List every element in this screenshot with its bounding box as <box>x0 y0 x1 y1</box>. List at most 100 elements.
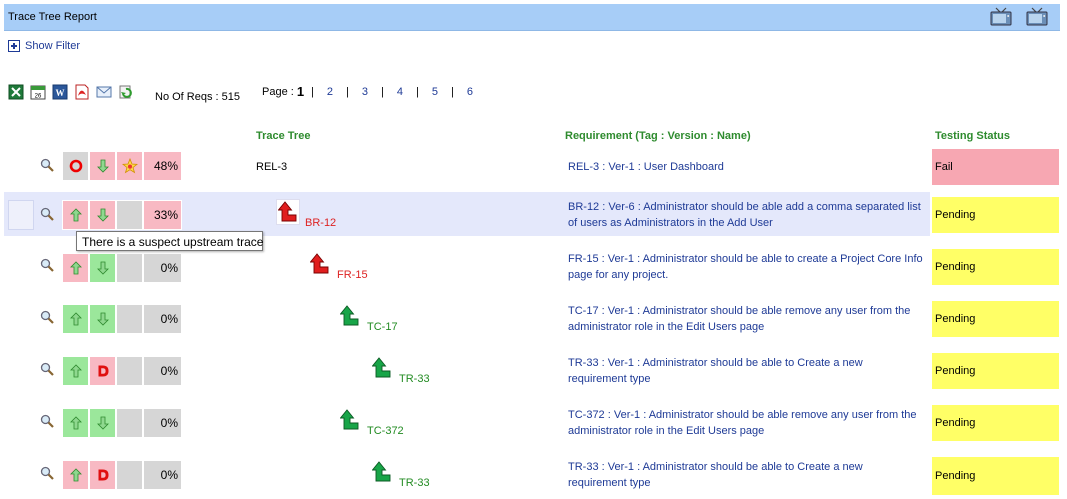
coverage-percent: 0% <box>143 304 182 334</box>
coverage-percent: 48% <box>143 151 182 181</box>
down-arrow-icon <box>96 312 109 326</box>
svg-text:W: W <box>56 88 65 98</box>
tree-node-label[interactable]: TC-17 <box>367 321 398 333</box>
plus-icon <box>8 40 20 52</box>
upstream-cell[interactable] <box>62 200 89 230</box>
status-cell: Pending <box>932 457 1059 495</box>
page-link-2[interactable]: 2 <box>327 86 333 98</box>
circle-icon <box>69 159 82 173</box>
pager-separator: | <box>346 85 349 98</box>
down-arrow-icon <box>96 208 109 222</box>
word-icon[interactable]: W <box>52 84 68 100</box>
show-filter-label: Show Filter <box>25 40 81 52</box>
magnifier-icon[interactable] <box>40 310 54 324</box>
page-link-5[interactable]: 5 <box>432 86 438 98</box>
page-link-3[interactable]: 3 <box>362 86 368 98</box>
requirement-link[interactable]: REL-3 : Ver-1 : User Dashboard <box>568 159 924 175</box>
empty-cell <box>116 460 143 490</box>
empty-cell <box>116 356 143 386</box>
row-select-cell[interactable] <box>8 200 34 230</box>
requirement-link[interactable]: TR-33 : Ver-1 : Administrator should be … <box>568 355 924 387</box>
upstream-cell[interactable] <box>62 304 89 334</box>
status-cell: Pending <box>932 353 1059 389</box>
magnifier-icon[interactable] <box>40 207 54 221</box>
requirement-link[interactable]: FR-15 : Ver-1 : Administrator should be … <box>568 251 924 283</box>
coverage-percent: 0% <box>143 356 182 386</box>
coverage-percent: 0% <box>143 408 182 438</box>
upstream-cell[interactable] <box>62 408 89 438</box>
empty-cell <box>116 304 143 334</box>
empty-cell <box>116 200 143 230</box>
green-trace-arrow-icon <box>340 305 359 326</box>
no-trace-cell <box>62 151 89 181</box>
coverage-percent: 0% <box>143 253 182 283</box>
requirement-header: Requirement (Tag : Version : Name) <box>565 130 751 142</box>
downstream-cell[interactable] <box>89 408 116 438</box>
page-link-6[interactable]: 6 <box>467 86 473 98</box>
defect-cell[interactable] <box>89 356 116 386</box>
magnifier-icon[interactable] <box>40 258 54 272</box>
down-arrow-icon <box>96 416 109 430</box>
magnifier-icon[interactable] <box>40 466 54 480</box>
show-filter-link[interactable]: Show Filter <box>8 38 80 54</box>
pager-separator: | <box>311 85 314 98</box>
downstream-cell[interactable] <box>89 151 116 181</box>
refresh-icon[interactable] <box>118 84 134 100</box>
magnifier-icon[interactable] <box>40 158 54 172</box>
status-cell: Pending <box>932 197 1059 233</box>
page-label: Page : <box>262 85 294 98</box>
tree-node-label[interactable]: TC-372 <box>367 425 404 437</box>
upstream-cell[interactable] <box>62 356 89 386</box>
current-page: 1 <box>296 84 305 99</box>
reqs-count: No Of Reqs : 515 <box>155 91 240 103</box>
excel-icon[interactable] <box>8 84 24 100</box>
requirement-link[interactable]: TC-17 : Ver-1 : Administrator should be … <box>568 303 924 335</box>
down-arrow-icon <box>96 159 109 173</box>
tv-icon[interactable] <box>1026 7 1048 27</box>
red-trace-arrow-icon <box>278 201 297 222</box>
red-trace-arrow-icon <box>310 253 329 274</box>
pager: Page : 1 | 2 | 3 | 4 | 5 | 6 <box>262 84 473 99</box>
tree-node-label[interactable]: TR-33 <box>399 477 430 489</box>
empty-cell <box>116 253 143 283</box>
up-arrow-icon <box>69 416 82 430</box>
green-trace-arrow-icon <box>372 357 391 378</box>
star-icon <box>121 158 138 174</box>
defect-d-icon <box>98 469 108 481</box>
upstream-cell[interactable] <box>62 460 89 490</box>
up-arrow-icon <box>69 208 82 222</box>
testing-status-header: Testing Status <box>935 130 1010 142</box>
empty-cell <box>116 408 143 438</box>
title-bar: Trace Tree Report <box>4 4 1060 31</box>
status-cell: Pending <box>932 301 1059 337</box>
requirement-link[interactable]: TR-33 : Ver-1 : Administrator should be … <box>568 459 924 491</box>
page-link-4[interactable]: 4 <box>397 86 403 98</box>
tree-node-label[interactable]: BR-12 <box>305 217 336 229</box>
downstream-cell[interactable] <box>89 200 116 230</box>
downstream-cell[interactable] <box>89 304 116 334</box>
pdf-icon[interactable] <box>74 84 90 100</box>
up-arrow-icon <box>69 312 82 326</box>
requirement-link[interactable]: BR-12 : Ver-6 : Administrator should be … <box>568 199 924 231</box>
email-icon[interactable] <box>96 84 112 100</box>
magnifier-icon[interactable] <box>40 362 54 376</box>
magnifier-icon[interactable] <box>40 414 54 428</box>
tv-icon[interactable] <box>990 7 1012 27</box>
calendar-icon[interactable]: 26 <box>30 84 46 100</box>
green-trace-arrow-icon <box>340 409 359 430</box>
tree-node-label[interactable]: REL-3 <box>256 161 287 173</box>
downstream-cell[interactable] <box>89 253 116 283</box>
defect-cell[interactable] <box>89 460 116 490</box>
up-arrow-icon <box>69 261 82 275</box>
tree-node-label[interactable]: TR-33 <box>399 373 430 385</box>
status-cell: Pending <box>932 405 1059 441</box>
coverage-percent: 33% <box>143 200 182 230</box>
upstream-cell[interactable] <box>62 253 89 283</box>
tree-node-label[interactable]: FR-15 <box>337 269 368 281</box>
pager-separator: | <box>416 85 419 98</box>
star-cell[interactable] <box>116 151 143 181</box>
suspect-trace-tooltip: There is a suspect upstream trace <box>76 231 263 251</box>
status-cell: Fail <box>932 149 1059 185</box>
requirement-link[interactable]: TC-372 : Ver-1 : Administrator should be… <box>568 407 924 439</box>
window-title: Trace Tree Report <box>8 11 97 23</box>
